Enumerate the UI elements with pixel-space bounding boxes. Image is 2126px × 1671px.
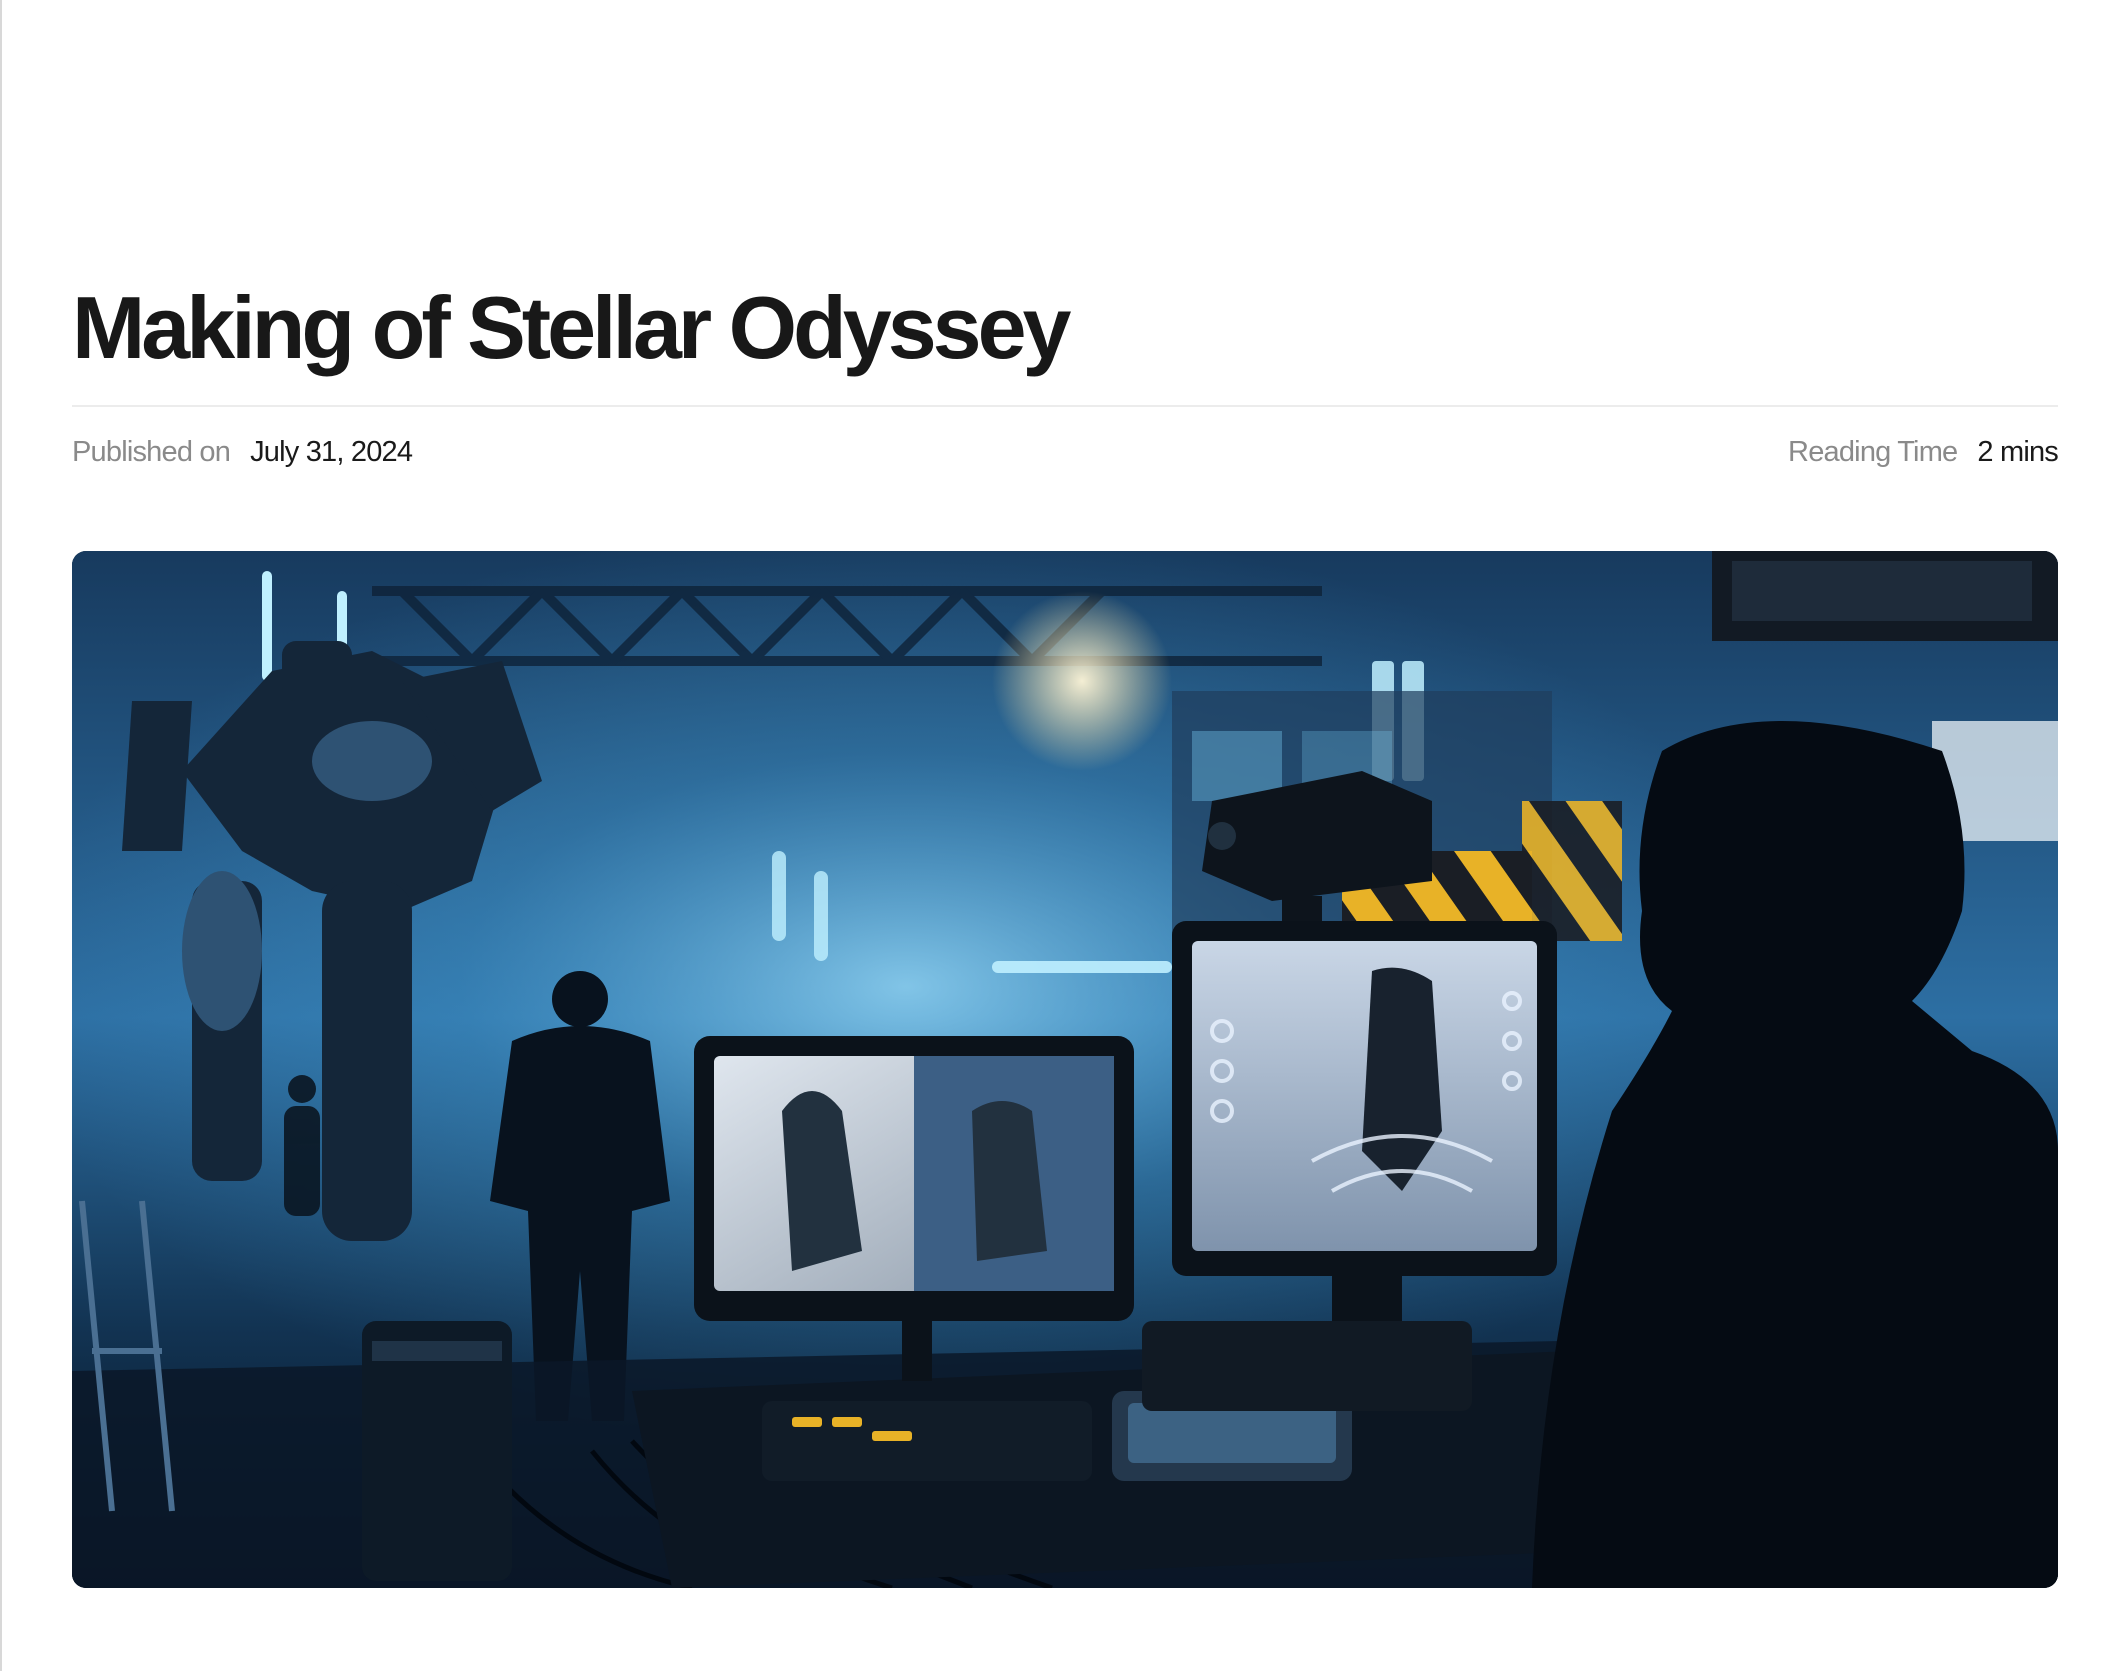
page-left-border (0, 0, 2, 1671)
reading-time-label: Reading Time (1788, 436, 1958, 468)
title-divider (72, 405, 2058, 407)
page-title: Making of Stellar Odyssey (72, 278, 1071, 377)
article-meta: Published on July 31, 2024 Reading Time 2 … (72, 432, 2059, 472)
hero-image (72, 551, 2058, 1588)
hero-illustration (72, 551, 2058, 1588)
reading-time-info: Reading Time 2 mins (1788, 432, 2059, 472)
published-label: Published on (72, 436, 231, 468)
published-info: Published on July 31, 2024 (72, 432, 413, 472)
article: Making of Stellar Odyssey Published on Ju… (72, 0, 2059, 1671)
reading-time-value: 2 mins (1977, 436, 2058, 468)
published-date: July 31, 2024 (250, 436, 413, 468)
